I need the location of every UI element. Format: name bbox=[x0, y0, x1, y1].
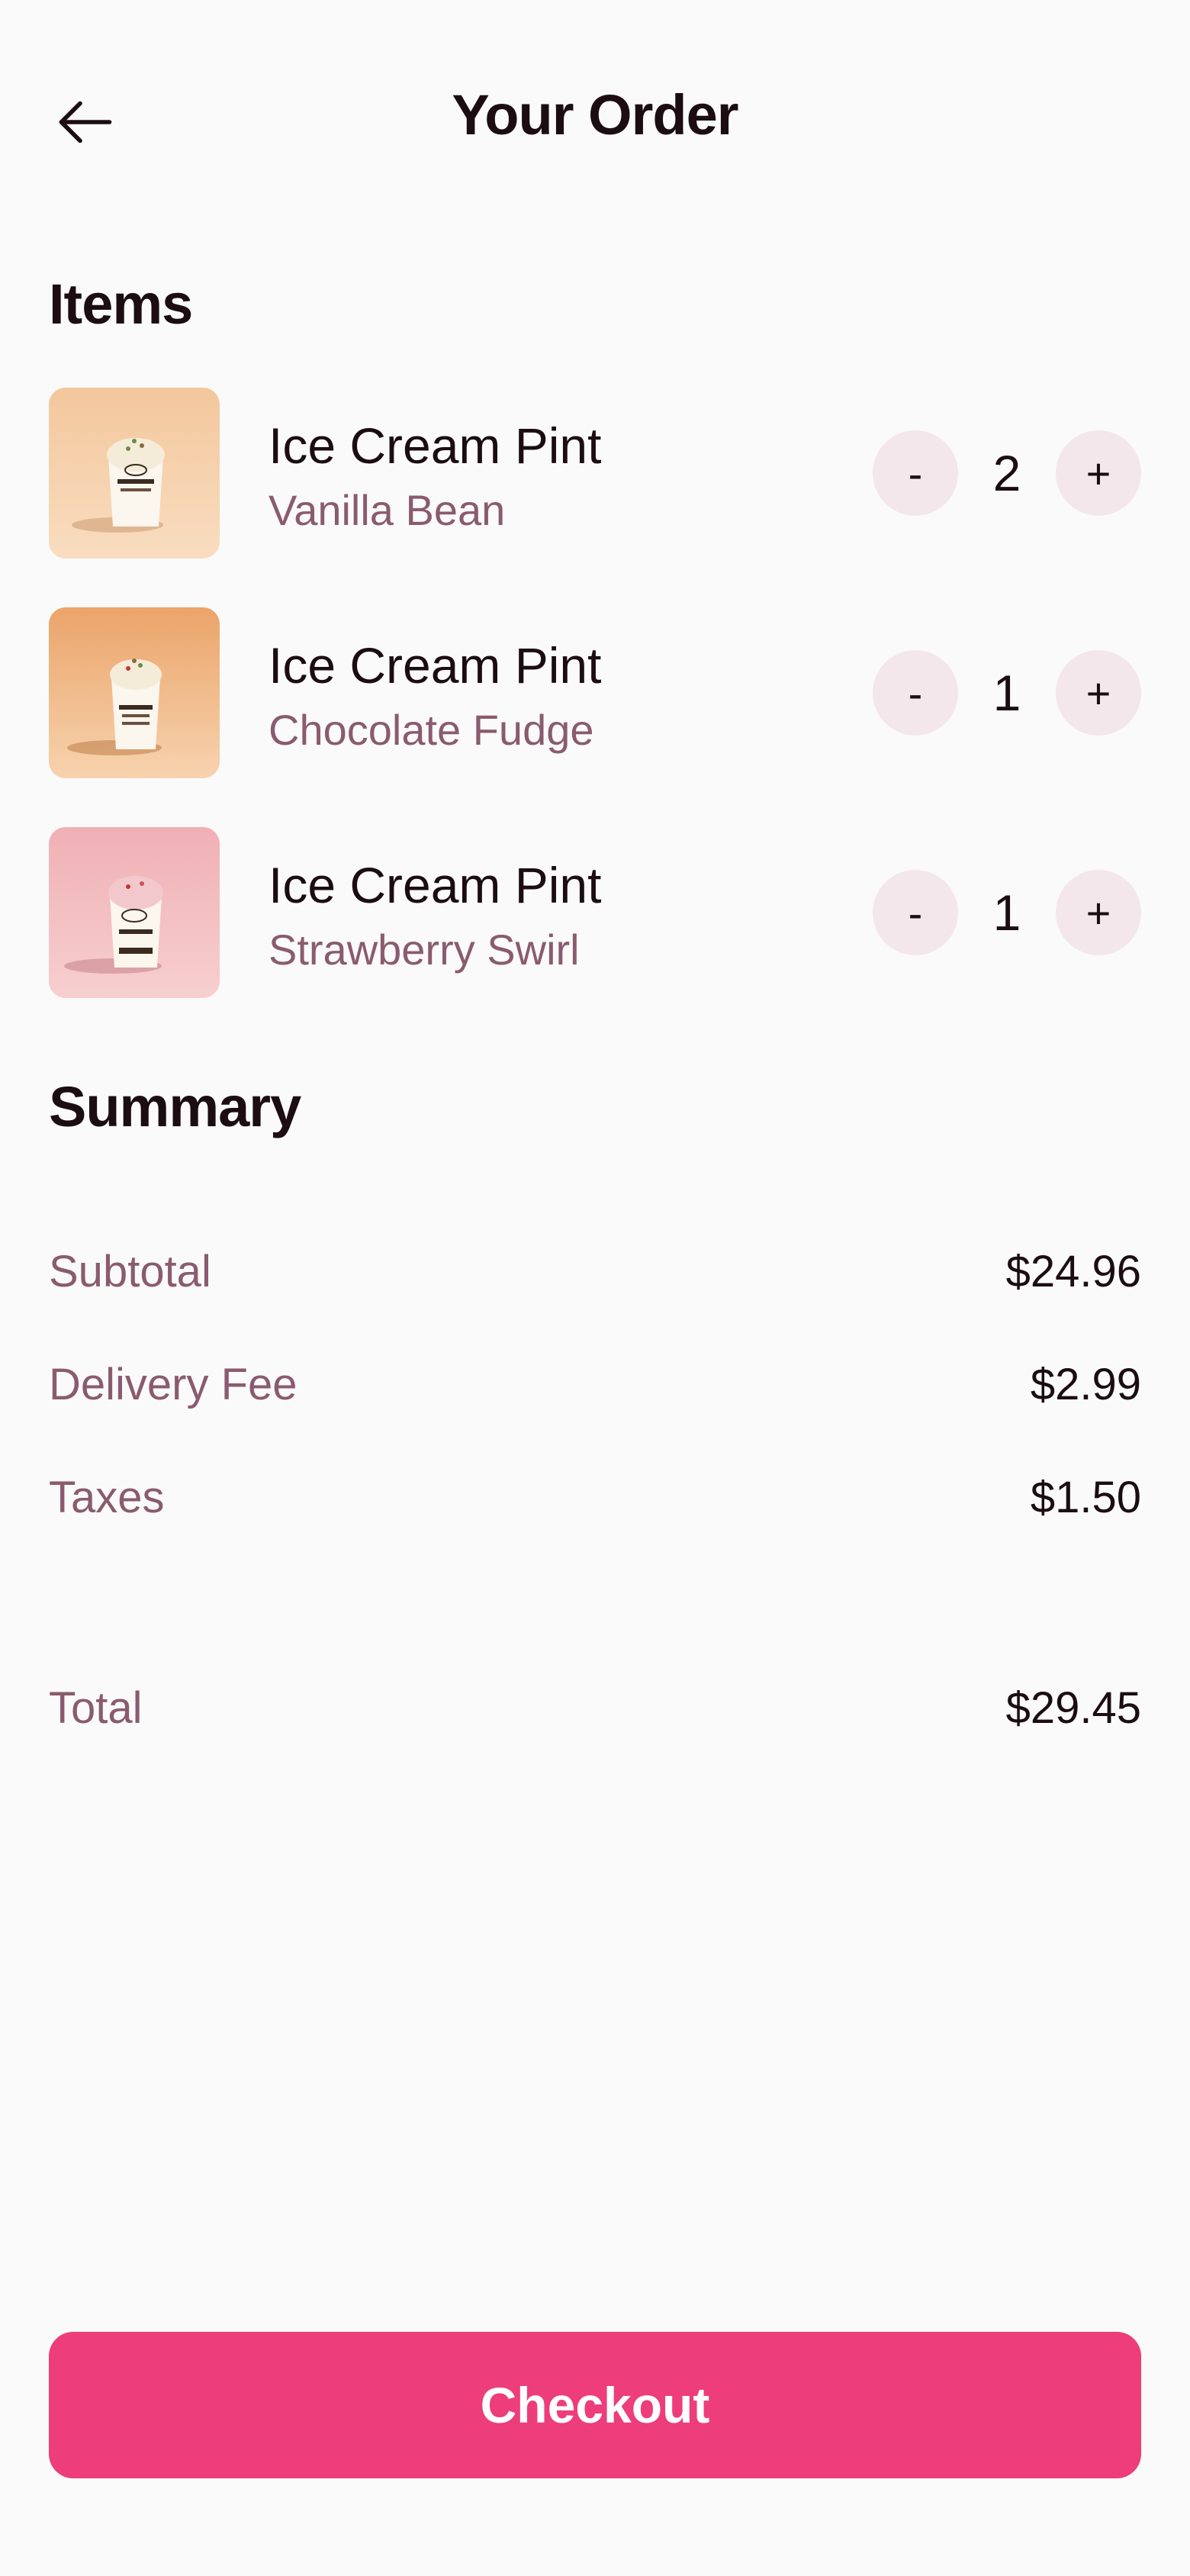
subtotal-label: Subtotal bbox=[49, 1246, 211, 1296]
item-name: Ice Cream Pint bbox=[269, 417, 602, 474]
subtotal-row: Subtotal $24.96 bbox=[49, 1241, 1141, 1302]
item-flavor: Chocolate Fudge bbox=[269, 706, 594, 754]
decrease-quantity-button[interactable]: - bbox=[873, 430, 958, 516]
item-name: Ice Cream Pint bbox=[269, 857, 602, 913]
quantity-value: 2 bbox=[992, 445, 1021, 501]
items-heading: Items bbox=[49, 272, 193, 336]
cart-item: Ice Cream Pint Chocolate Fudge - 1 + bbox=[49, 607, 1141, 778]
summary-heading: Summary bbox=[49, 1075, 301, 1138]
delivery-fee-row: Delivery Fee $2.99 bbox=[49, 1354, 1141, 1415]
taxes-label: Taxes bbox=[49, 1472, 165, 1522]
cart-item: Ice Cream Pint Strawberry Swirl - 1 + bbox=[49, 827, 1141, 998]
item-name: Ice Cream Pint bbox=[269, 637, 602, 694]
header: Your Order bbox=[0, 0, 1190, 244]
total-value: $29.45 bbox=[1005, 1682, 1141, 1733]
increase-quantity-button[interactable]: + bbox=[1056, 650, 1141, 736]
item-flavor: Strawberry Swirl bbox=[269, 926, 580, 974]
total-row: Total $29.45 bbox=[49, 1677, 1141, 1738]
increase-quantity-button[interactable]: + bbox=[1056, 870, 1141, 955]
cart-item: Ice Cream Pint Vanilla Bean - 2 + bbox=[49, 388, 1141, 559]
delivery-fee-label: Delivery Fee bbox=[49, 1359, 298, 1409]
product-image bbox=[49, 827, 220, 998]
item-flavor: Vanilla Bean bbox=[269, 486, 506, 534]
page-title: Your Order bbox=[452, 83, 738, 147]
total-label: Total bbox=[49, 1682, 143, 1733]
decrease-quantity-button[interactable]: - bbox=[873, 870, 958, 955]
increase-quantity-button[interactable]: + bbox=[1056, 430, 1141, 516]
taxes-row: Taxes $1.50 bbox=[49, 1467, 1141, 1528]
product-image bbox=[49, 607, 220, 778]
quantity-value: 1 bbox=[992, 665, 1021, 721]
product-image bbox=[49, 388, 220, 559]
taxes-value: $1.50 bbox=[1030, 1472, 1141, 1522]
decrease-quantity-button[interactable]: - bbox=[873, 650, 958, 736]
subtotal-value: $24.96 bbox=[1005, 1246, 1141, 1296]
delivery-fee-value: $2.99 bbox=[1030, 1359, 1141, 1409]
checkout-button[interactable]: Checkout bbox=[49, 2332, 1141, 2478]
quantity-value: 1 bbox=[992, 884, 1021, 941]
